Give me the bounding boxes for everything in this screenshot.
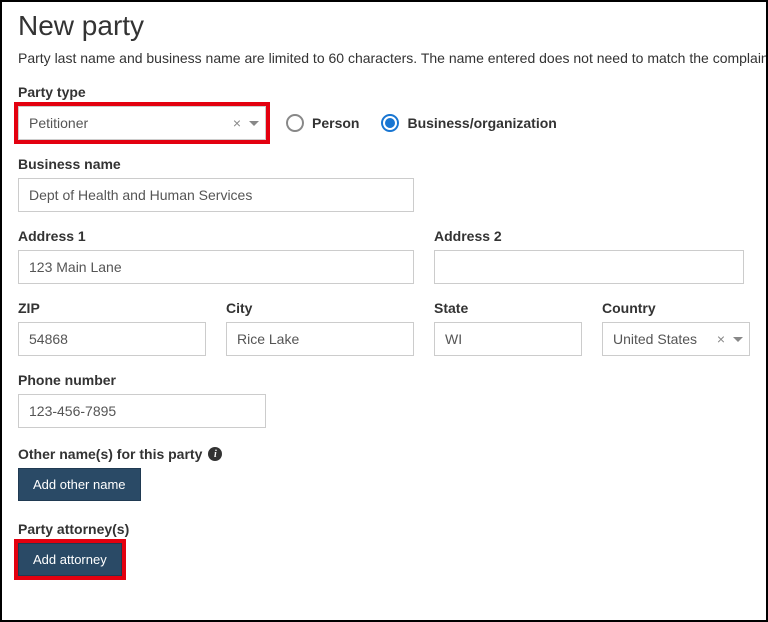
zip-label: ZIP — [18, 300, 206, 316]
info-icon[interactable]: i — [208, 447, 222, 461]
city-input[interactable] — [226, 322, 414, 356]
add-attorney-button[interactable]: Add attorney — [18, 543, 122, 576]
party-type-label: Party type — [18, 84, 750, 100]
page-title: New party — [18, 10, 750, 42]
party-type-value: Petitioner — [29, 115, 227, 131]
help-text: Party last name and business name are li… — [18, 50, 750, 66]
address2-label: Address 2 — [434, 228, 744, 244]
state-input[interactable] — [434, 322, 582, 356]
new-party-form: New party Party last name and business n… — [0, 0, 768, 622]
country-select[interactable]: United States × — [602, 322, 750, 356]
address1-label: Address 1 — [18, 228, 414, 244]
state-label: State — [434, 300, 582, 316]
entity-kind-business[interactable]: Business/organization — [381, 114, 556, 132]
radio-icon — [286, 114, 304, 132]
zip-input[interactable] — [18, 322, 206, 356]
chevron-down-icon — [249, 121, 259, 126]
radio-label: Person — [312, 115, 359, 131]
country-value: United States — [613, 331, 711, 347]
party-type-select[interactable]: Petitioner × — [18, 106, 266, 140]
country-label: Country — [602, 300, 750, 316]
chevron-down-icon — [733, 337, 743, 342]
business-name-label: Business name — [18, 156, 750, 172]
entity-kind-radio-group: Person Business/organization — [286, 114, 557, 132]
other-names-label: Other name(s) for this party i — [18, 446, 750, 462]
party-attorneys-label: Party attorney(s) — [18, 521, 750, 537]
phone-label: Phone number — [18, 372, 266, 388]
address2-input[interactable] — [434, 250, 744, 284]
entity-kind-person[interactable]: Person — [286, 114, 359, 132]
clear-icon[interactable]: × — [227, 115, 247, 131]
phone-input[interactable] — [18, 394, 266, 428]
address1-input[interactable] — [18, 250, 414, 284]
radio-icon — [381, 114, 399, 132]
add-other-name-button[interactable]: Add other name — [18, 468, 141, 501]
clear-icon[interactable]: × — [711, 331, 731, 347]
city-label: City — [226, 300, 414, 316]
radio-label: Business/organization — [407, 115, 556, 131]
business-name-input[interactable] — [18, 178, 414, 212]
